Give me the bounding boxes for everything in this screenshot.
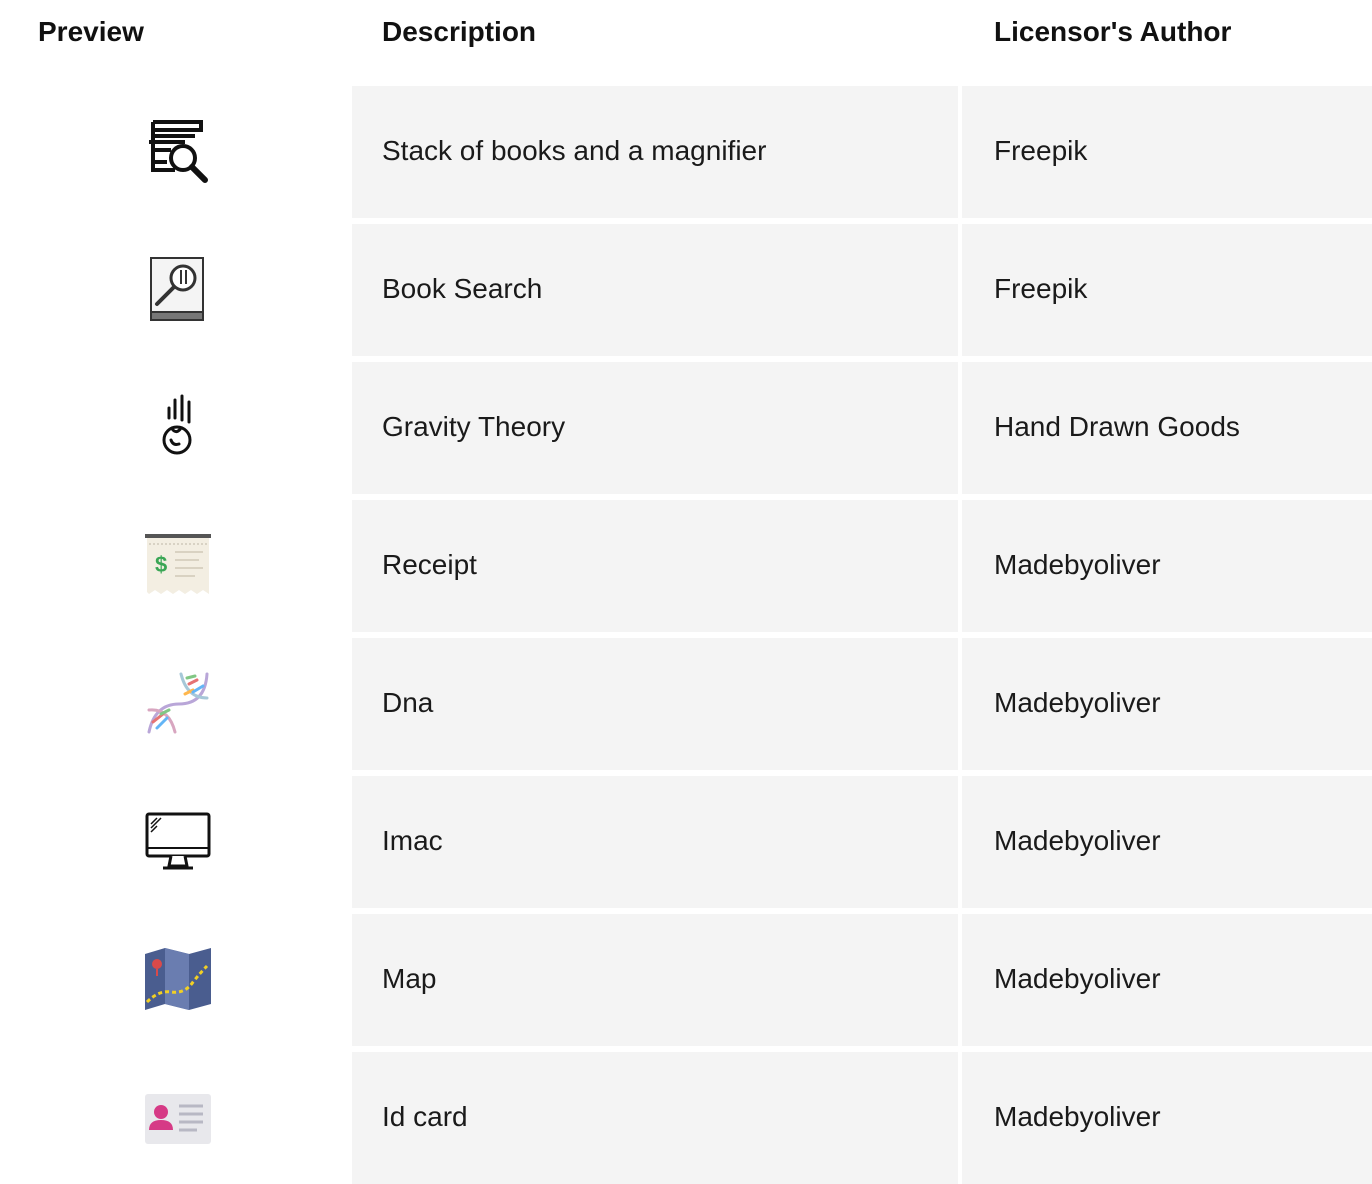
map-icon xyxy=(145,946,211,1012)
description-cell: Receipt xyxy=(352,500,958,632)
description-cell: Book Search xyxy=(352,224,958,356)
description-cell: Stack of books and a magnifier xyxy=(352,86,958,218)
preview-cell xyxy=(0,224,352,356)
preview-cell xyxy=(0,362,352,494)
author-text: Madebyoliver xyxy=(994,687,1161,718)
description-cell: Imac xyxy=(352,776,958,908)
author-cell: Madebyoliver xyxy=(962,500,1372,632)
table-row: Gravity Theory Hand Drawn Goods xyxy=(0,362,1372,494)
author-cell: Madebyoliver xyxy=(962,1052,1372,1184)
description-text: Book Search xyxy=(382,273,543,304)
header-description: Description xyxy=(382,16,537,47)
author-text: Freepik xyxy=(994,135,1088,166)
description-cell: Id card xyxy=(352,1052,958,1184)
header-preview: Preview xyxy=(38,16,144,47)
preview-cell xyxy=(0,776,352,908)
author-text: Madebyoliver xyxy=(994,825,1161,856)
imac-icon xyxy=(145,808,211,874)
table-row: $ Receipt Madebyoliver xyxy=(0,500,1372,632)
table-row: Id card Madebyoliver xyxy=(0,1052,1372,1184)
id-card-icon xyxy=(145,1084,211,1150)
author-text: Freepik xyxy=(994,273,1088,304)
table-row: Stack of books and a magnifier Freepik xyxy=(0,86,1372,218)
author-text: Madebyoliver xyxy=(994,963,1161,994)
description-text: Gravity Theory xyxy=(382,411,566,442)
receipt-icon: $ xyxy=(145,532,211,598)
author-cell: Hand Drawn Goods xyxy=(962,362,1372,494)
description-cell: Gravity Theory xyxy=(352,362,958,494)
svg-text:$: $ xyxy=(155,552,167,577)
description-text: Imac xyxy=(382,825,443,856)
author-cell: Madebyoliver xyxy=(962,914,1372,1046)
description-cell: Dna xyxy=(352,638,958,770)
dna-icon xyxy=(145,670,211,736)
author-cell: Freepik xyxy=(962,86,1372,218)
table-row: Dna Madebyoliver xyxy=(0,638,1372,770)
preview-cell xyxy=(0,914,352,1046)
author-cell: Freepik xyxy=(962,224,1372,356)
author-cell: Madebyoliver xyxy=(962,776,1372,908)
description-text: Stack of books and a magnifier xyxy=(382,135,767,166)
author-text: Madebyoliver xyxy=(994,549,1161,580)
table-row: Map Madebyoliver xyxy=(0,914,1372,1046)
description-text: Id card xyxy=(382,1101,468,1132)
description-cell: Map xyxy=(352,914,958,1046)
preview-cell xyxy=(0,86,352,218)
books-magnifier-icon xyxy=(145,118,211,184)
preview-cell xyxy=(0,1052,352,1184)
author-text: Madebyoliver xyxy=(994,1101,1161,1132)
author-text: Hand Drawn Goods xyxy=(994,411,1240,442)
table-header: Preview Description Licensor's Author xyxy=(0,0,1372,70)
description-text: Receipt xyxy=(382,549,477,580)
header-author: Licensor's Author xyxy=(994,16,1232,47)
preview-cell: $ xyxy=(0,500,352,632)
book-search-icon xyxy=(145,256,211,322)
description-text: Dna xyxy=(382,687,434,718)
table-row: Imac Madebyoliver xyxy=(0,776,1372,908)
description-text: Map xyxy=(382,963,437,994)
gravity-apple-icon xyxy=(145,394,211,460)
author-cell: Madebyoliver xyxy=(962,638,1372,770)
table-row: Book Search Freepik xyxy=(0,224,1372,356)
preview-cell xyxy=(0,638,352,770)
